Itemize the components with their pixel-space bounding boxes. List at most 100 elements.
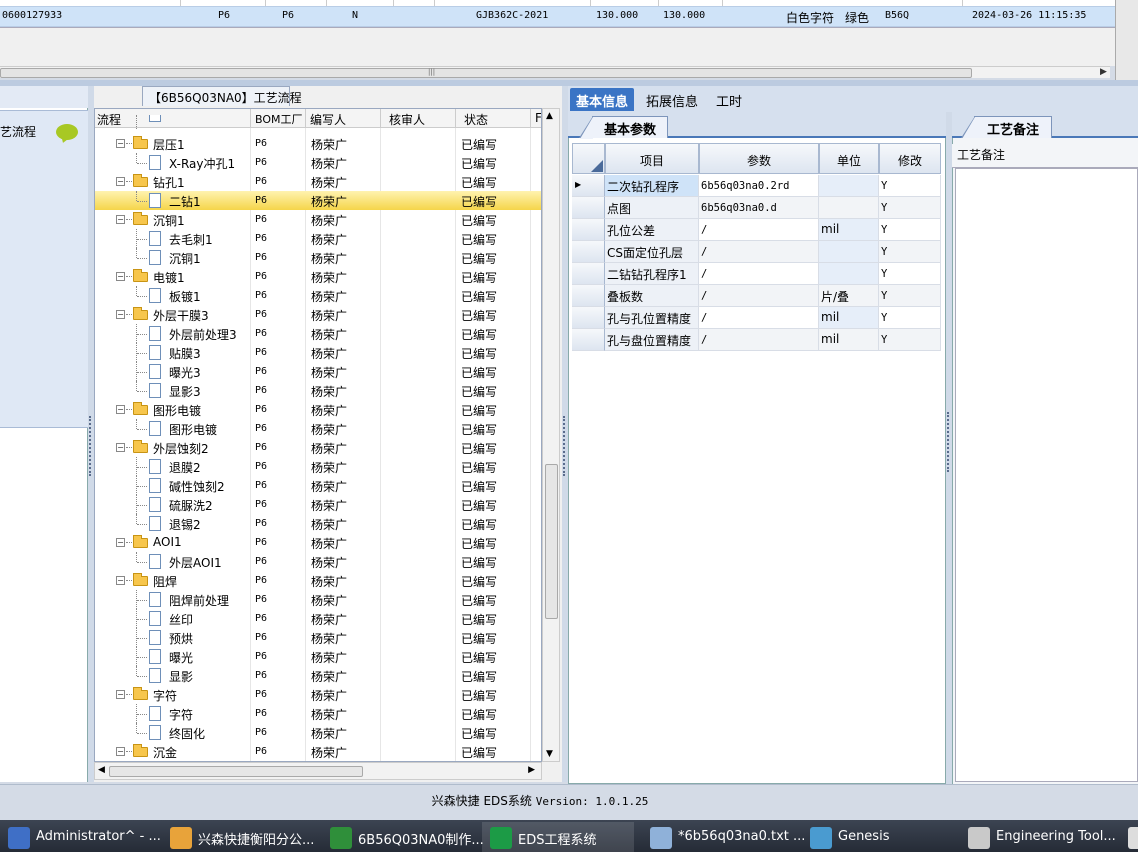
param-row[interactable]: 孔位公差 / mil Y: [572, 219, 942, 241]
param-modify[interactable]: Y: [879, 175, 941, 197]
param-row[interactable]: 孔与孔位置精度 / mil Y: [572, 307, 942, 329]
row-header[interactable]: [572, 307, 605, 329]
tree-leaf-row[interactable]: 沉铜1 P6 杨荣广 已编写: [95, 248, 541, 267]
param-modify[interactable]: Y: [879, 285, 941, 307]
param-unit[interactable]: mil: [819, 307, 879, 329]
taskbar-item[interactable]: EDS工程系统: [482, 822, 634, 852]
param-unit[interactable]: 片/叠: [819, 285, 879, 307]
tree-folder-row[interactable]: − 层压1 P6 杨荣广 已编写: [95, 134, 541, 153]
collapse-toggle-icon[interactable]: −: [116, 405, 125, 414]
param-modify[interactable]: Y: [879, 329, 941, 351]
collapse-toggle-icon[interactable]: −: [116, 690, 125, 699]
row-header[interactable]: [572, 263, 605, 285]
collapse-toggle-icon[interactable]: −: [116, 310, 125, 319]
collapse-toggle-icon[interactable]: −: [116, 538, 125, 547]
col-param[interactable]: 参数: [699, 143, 819, 174]
taskbar-item[interactable]: 兴森快捷衡阳分公...: [162, 822, 320, 852]
collapse-toggle-icon[interactable]: −: [116, 272, 125, 281]
tree-folder-row[interactable]: − 阻焊 P6 杨荣广 已编写: [95, 571, 541, 590]
row-header[interactable]: [572, 219, 605, 241]
row-header[interactable]: [572, 197, 605, 219]
param-value[interactable]: /: [699, 285, 819, 307]
tree-leaf-row[interactable]: 退膜2 P6 杨荣广 已编写: [95, 457, 541, 476]
tree-leaf-row[interactable]: 曝光 P6 杨荣广 已编写: [95, 647, 541, 666]
collapse-toggle-icon[interactable]: −: [116, 215, 125, 224]
taskbar-item[interactable]: Genesis: [802, 822, 952, 852]
row-header[interactable]: [572, 241, 605, 263]
tab-process-remarks[interactable]: 工艺备注: [961, 116, 1052, 139]
tree-leaf-row[interactable]: 硫脲洗2 P6 杨荣广 已编写: [95, 495, 541, 514]
param-unit[interactable]: [819, 175, 879, 197]
param-row[interactable]: CS面定位孔层 / Y: [572, 241, 942, 263]
param-unit[interactable]: [819, 263, 879, 285]
tree-leaf-row[interactable]: 去毛刺1 P6 杨荣广 已编写: [95, 229, 541, 248]
param-value[interactable]: 6b56q03na0.2rd: [699, 175, 819, 197]
param-unit[interactable]: [819, 241, 879, 263]
collapse-toggle-icon[interactable]: −: [116, 139, 125, 148]
param-value[interactable]: /: [699, 219, 819, 241]
collapse-toggle-icon[interactable]: −: [116, 747, 125, 756]
col-unit[interactable]: 单位: [819, 143, 879, 174]
tab-process-flow[interactable]: 【6B56Q03NA0】工艺流程: [142, 86, 302, 106]
row-header[interactable]: [572, 329, 605, 351]
arrow-left-icon[interactable]: ◀: [98, 765, 105, 775]
tree-hscroll[interactable]: ◀ ▶: [94, 762, 542, 780]
tree-folder-row[interactable]: − 钻孔1 P6 杨荣广 已编写: [95, 172, 541, 191]
tree-leaf-row[interactable]: 阻焊前处理 P6 杨荣广 已编写: [95, 590, 541, 609]
tree-folder-row[interactable]: − 图形电镀 P6 杨荣广 已编写: [95, 400, 541, 419]
tab-basic-info[interactable]: 基本信息: [570, 88, 635, 111]
param-unit[interactable]: mil: [819, 219, 879, 241]
param-row[interactable]: 点图 6b56q03na0.d Y: [572, 197, 942, 219]
taskbar-item-overflow[interactable]: [1128, 822, 1138, 852]
tree-folder-row[interactable]: − 字符 P6 杨荣广 已编写: [95, 685, 541, 704]
tree-leaf-row[interactable]: 外层AOI1 P6 杨荣广 已编写: [95, 552, 541, 571]
tree-leaf-row[interactable]: 预烘 P6 杨荣广 已编写: [95, 628, 541, 647]
tab-basic-params[interactable]: 基本参数: [579, 116, 668, 139]
arrow-right-icon[interactable]: ▶: [1100, 67, 1107, 77]
tree-folder-row[interactable]: − AOI1 P6 杨荣广 已编写: [95, 533, 541, 552]
param-modify[interactable]: Y: [879, 219, 941, 241]
row-header[interactable]: [572, 285, 605, 307]
param-row[interactable]: 叠板数 / 片/叠 Y: [572, 285, 942, 307]
tree-leaf-row[interactable]: 丝印 P6 杨荣广 已编写: [95, 609, 541, 628]
param-value[interactable]: /: [699, 241, 819, 263]
tab-extended-info[interactable]: 拓展信息: [640, 88, 704, 111]
tree-leaf-row[interactable]: 曝光3 P6 杨荣广 已编写: [95, 362, 541, 381]
taskbar-item[interactable]: 6B56Q03NA0制作...: [322, 822, 484, 852]
collapse-toggle-icon[interactable]: −: [116, 177, 125, 186]
collapse-toggle-icon[interactable]: −: [116, 576, 125, 585]
tree-folder-row[interactable]: − 沉金 P6 杨荣广 已编写: [95, 742, 541, 761]
row-header[interactable]: ▶: [572, 175, 605, 197]
tree-leaf-row[interactable]: 显影 P6 杨荣广 已编写: [95, 666, 541, 685]
tree-leaf-row[interactable]: 碱性蚀刻2 P6 杨荣广 已编写: [95, 476, 541, 495]
tab-work-hours[interactable]: 工时: [710, 88, 748, 111]
tree-folder-row[interactable]: − 沉铜1 P6 杨荣广 已编写: [95, 210, 541, 229]
param-value[interactable]: 6b56q03na0.d: [699, 197, 819, 219]
param-value[interactable]: /: [699, 329, 819, 351]
tree-leaf-row[interactable]: 二钻1 P6 杨荣广 已编写: [95, 191, 541, 210]
arrow-up-icon[interactable]: ▲: [546, 111, 553, 121]
tree-leaf-row[interactable]: X-Ray冲孔1 P6 杨荣广 已编写: [95, 153, 541, 172]
remarks-textarea[interactable]: [955, 168, 1138, 782]
nav-item-process[interactable]: 艺流程: [0, 110, 88, 428]
param-modify[interactable]: Y: [879, 197, 941, 219]
taskbar-item[interactable]: *6b56q03na0.txt ...: [642, 822, 805, 852]
tree-leaf-row[interactable]: 图形电镀 P6 杨荣广 已编写: [95, 419, 541, 438]
param-row[interactable]: 孔与盘位置精度 / mil Y: [572, 329, 942, 351]
col-item[interactable]: 项目: [605, 143, 699, 174]
grid-vscroll[interactable]: [1115, 0, 1138, 80]
tree-folder-row[interactable]: − 外层干膜3 P6 杨荣广 已编写: [95, 305, 541, 324]
selected-order-row[interactable]: 0600127933 P6 P6 N GJB362C-2021 130.000 …: [0, 6, 1115, 27]
col-modify[interactable]: 修改: [879, 143, 941, 174]
tree-leaf-row[interactable]: 显影3 P6 杨荣广 已编写: [95, 381, 541, 400]
tree-leaf-row[interactable]: 退锡2 P6 杨荣广 已编写: [95, 514, 541, 533]
tree-folder-row[interactable]: − 外层蚀刻2 P6 杨荣广 已编写: [95, 438, 541, 457]
param-unit[interactable]: mil: [819, 329, 879, 351]
param-value[interactable]: /: [699, 307, 819, 329]
scroll-thumb[interactable]: [0, 68, 972, 78]
taskbar-item[interactable]: Administrator^ - ...: [0, 822, 161, 852]
tree-leaf-row[interactable]: 外层前处理3 P6 杨荣广 已编写: [95, 324, 541, 343]
tree-folder-row[interactable]: − 电镀1 P6 杨荣广 已编写: [95, 267, 541, 286]
tree-leaf-row[interactable]: 终固化 P6 杨荣广 已编写: [95, 723, 541, 742]
scroll-thumb[interactable]: [545, 464, 558, 619]
